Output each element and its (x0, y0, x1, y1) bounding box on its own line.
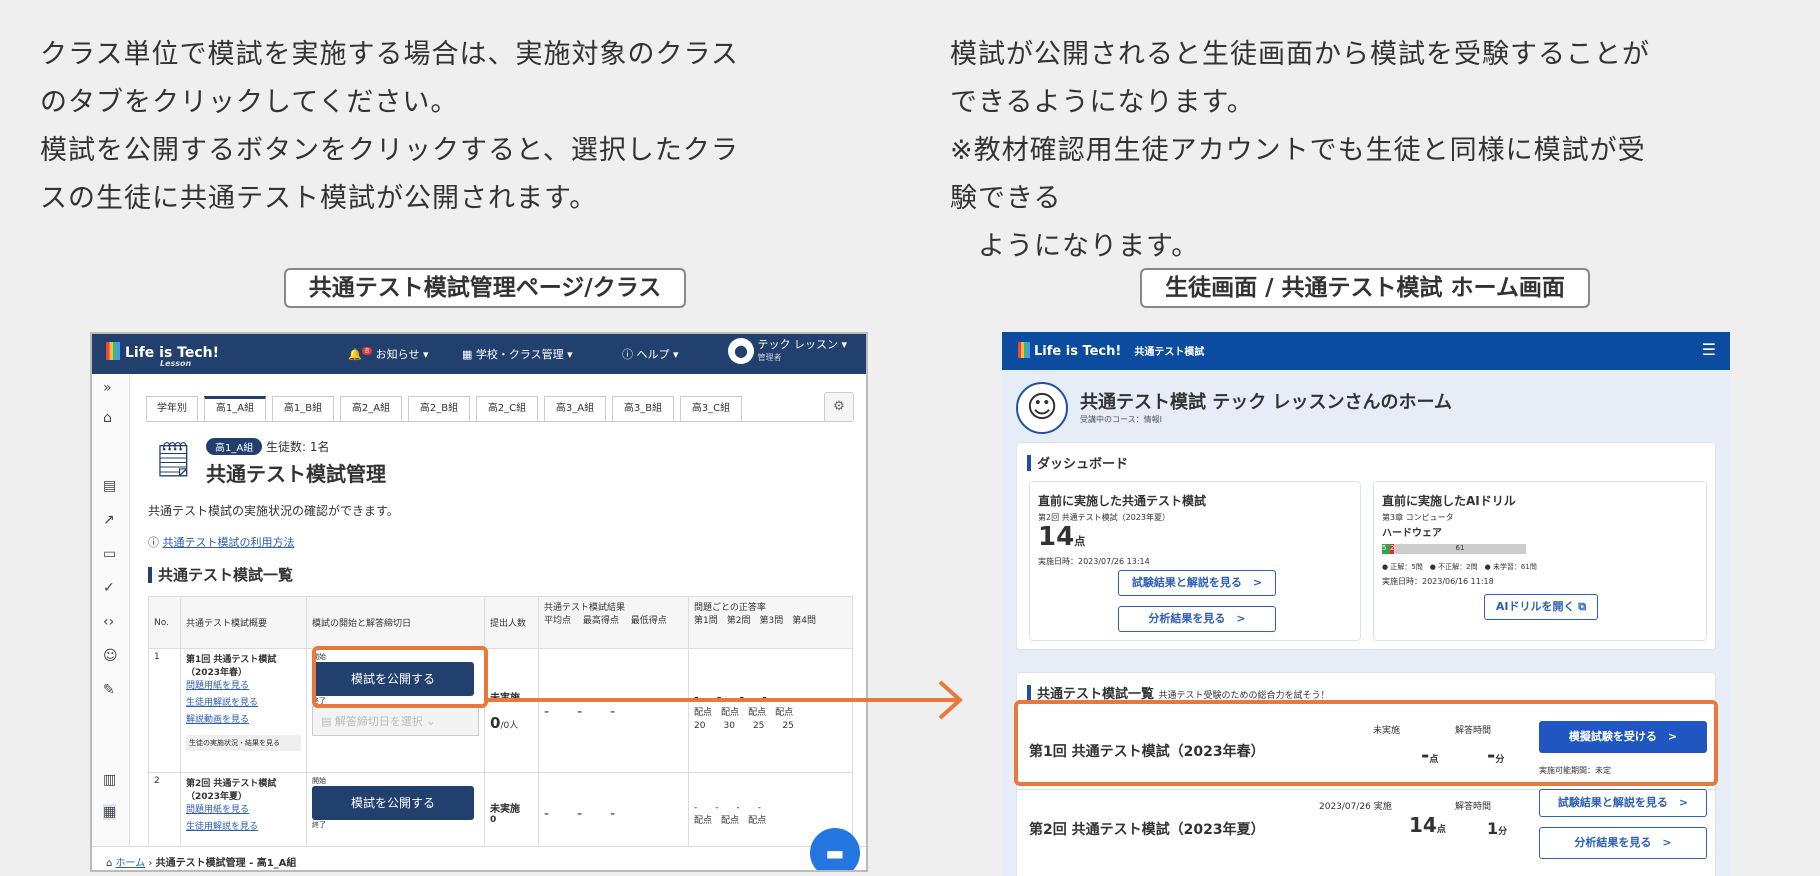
intro-left: クラス単位で模試を実施する場合は、実施対象のクラス のタブをクリックしてください。… (40, 39, 739, 214)
list-title: 共通テスト模試一覧 (158, 566, 294, 584)
tab-grade[interactable]: 学年別 (146, 396, 198, 422)
lit-logo: Life is Tech! Lesson (106, 342, 219, 368)
exam-doc-icon: 🗒 (152, 440, 196, 480)
tab-2a[interactable]: 高2_A組 (340, 396, 402, 422)
breadcrumb-home[interactable]: ホーム (116, 858, 146, 869)
trend-icon[interactable]: ↗ (103, 512, 115, 528)
arrow-icon (488, 680, 963, 720)
exam-table: No. 共通テスト模試概要 模試の開始と解答締切日 提出人数 共通テスト模試結果… (148, 596, 853, 853)
admin-screenshot: Life is Tech! Lesson 🔔 8 お知らせ ▾ ▦ 学校・クラス管理… (90, 332, 868, 872)
tab-3b[interactable]: 高3_B組 (612, 396, 674, 422)
explain-link[interactable]: 生徒用解説を見る (186, 819, 301, 836)
tab-1a[interactable]: 高1_A組 (204, 396, 266, 422)
calendar-icon[interactable]: ▤ (103, 478, 116, 494)
book-icon[interactable]: ▥ (103, 772, 116, 788)
admin-sidebar: » ⌂ ▤ ↗ ▭ ✓ ‹› ☺ ✎ ▥ ▦ (92, 374, 130, 870)
video-link[interactable]: 解説動画を見る (186, 712, 301, 729)
home-icon[interactable]: ⌂ (103, 410, 112, 426)
results-button-2[interactable]: 試験結果と解説を見る > (1539, 789, 1707, 817)
avatar: ☺ (1016, 382, 1068, 434)
exam-row-2: 第2回 共通テスト模試（2023年夏） 2023/07/26 実施 解答時間 1… (1017, 789, 1717, 876)
user-menu[interactable]: ● テック レッスン ▾ 管理者 (728, 338, 847, 364)
bell-icon: 🔔 (348, 348, 362, 361)
expand-icon[interactable]: » (103, 380, 112, 396)
recent-score: 14 (1038, 522, 1075, 552)
exam-icon[interactable]: ▦ (103, 804, 117, 820)
ai-progress-bar: 5 2 61 (1382, 544, 1526, 554)
chat-icon[interactable]: ▬ (810, 828, 860, 870)
pen-icon[interactable]: ✎ (103, 682, 115, 698)
explain-link[interactable]: 生徒用解説を見る (186, 695, 301, 712)
home-icon: ⌂ (106, 858, 113, 869)
help-icon: ⓘ (622, 348, 633, 361)
deadline-select[interactable]: ▤ 解答締切日を選択 ⌄ (312, 706, 479, 736)
table-row: 2 第2回 共通テスト模試 （2023年夏） 問題用紙を見る 生徒用解説を見る 開… (148, 772, 853, 853)
help-menu[interactable]: ⓘ ヘルプ ▾ (622, 346, 679, 362)
tab-3c[interactable]: 高3_C組 (680, 396, 742, 422)
status-result-button[interactable]: 生徒の実施状況・結果を見る (186, 735, 301, 751)
admin-topbar: Life is Tech! Lesson 🔔 8 お知らせ ▾ ▦ 学校・クラス管理… (92, 334, 866, 374)
analysis-button-2[interactable]: 分析結果を見る > (1539, 827, 1707, 859)
code-icon[interactable]: ‹› (103, 614, 114, 630)
ai-icon[interactable]: ☺ (103, 648, 118, 664)
highlight-exam-row (1014, 700, 1718, 786)
notice-menu[interactable]: 🔔 8 お知らせ ▾ (348, 346, 428, 362)
publish-button-2[interactable]: 模試を公開する (312, 786, 474, 820)
caption-admin: 共通テスト模試管理ページ/クラス (284, 268, 686, 308)
page-title: 共通テスト模試管理 (206, 462, 386, 486)
page-desc: 共通テスト模試の実施状況の確認ができます。 (148, 504, 399, 518)
intro-right: 模試が公開されると生徒画面から模試を受験することが できるようになります。 ※教材確… (950, 39, 1650, 262)
student-topbar: Life is Tech! 共通テスト模試 ☰ (1002, 332, 1730, 370)
dashboard-card: ダッシュボード 直前に実施した共通テスト模試 第2回 共通テスト模試（2023年… (1016, 442, 1716, 650)
check-icon[interactable]: ✓ (103, 580, 115, 596)
lit-logo: Life is Tech! 共通テスト模試 (1018, 340, 1204, 359)
highlight-publish (312, 646, 488, 708)
tab-2c[interactable]: 高2_C組 (476, 396, 538, 422)
school-menu[interactable]: ▦ 学校・クラス管理 ▾ (462, 346, 573, 362)
question-icon: ⓘ (148, 536, 159, 549)
course-label: 受講中のコース：情報I (1080, 415, 1162, 424)
recent-exam-card: 直前に実施した共通テスト模試 第2回 共通テスト模試（2023年夏） 14点 実… (1029, 481, 1361, 641)
avatar-icon: ● (728, 338, 754, 364)
ai-drill-card: 直前に実施したAIドリル 第3章 コンピュータ ハードウェア 5 2 61 ● 正解… (1373, 481, 1707, 641)
tab-3a[interactable]: 高3_A組 (544, 396, 606, 422)
ai-drill-button[interactable]: AIドリルを開く ⧉ (1484, 594, 1598, 620)
tab-2b[interactable]: 高2_B組 (408, 396, 470, 422)
menu-icon[interactable]: ☰ (1702, 340, 1716, 359)
presentation-icon[interactable]: ▭ (103, 546, 116, 562)
class-badge: 高1_A組 (206, 438, 263, 455)
paper-link[interactable]: 問題用紙を見る (186, 678, 301, 695)
student-screenshot: Life is Tech! 共通テスト模試 ☰ ☺ 共通テスト模試 テック レッ… (1002, 332, 1730, 876)
results-button[interactable]: 試験結果と解説を見る > (1118, 570, 1276, 596)
breadcrumb: ⌂ ホーム › 共通テスト模試管理 - 高1_A組 (92, 846, 866, 870)
paper-link[interactable]: 問題用紙を見る (186, 802, 301, 819)
howto-link[interactable]: 共通テスト模試の利用方法 (163, 536, 295, 549)
building-icon: ▦ (462, 348, 473, 361)
home-title: 共通テスト模試 テック レッスンさんのホーム (1080, 392, 1452, 413)
calendar-icon: ▤ (321, 715, 332, 728)
student-count: 生徒数: 1名 (266, 440, 330, 454)
analysis-button[interactable]: 分析結果を見る > (1118, 606, 1276, 632)
tab-1b[interactable]: 高1_B組 (272, 396, 334, 422)
caption-student: 生徒画面 / 共通テスト模試 ホーム画面 (1140, 268, 1590, 308)
gear-icon[interactable]: ⚙ (824, 392, 854, 422)
